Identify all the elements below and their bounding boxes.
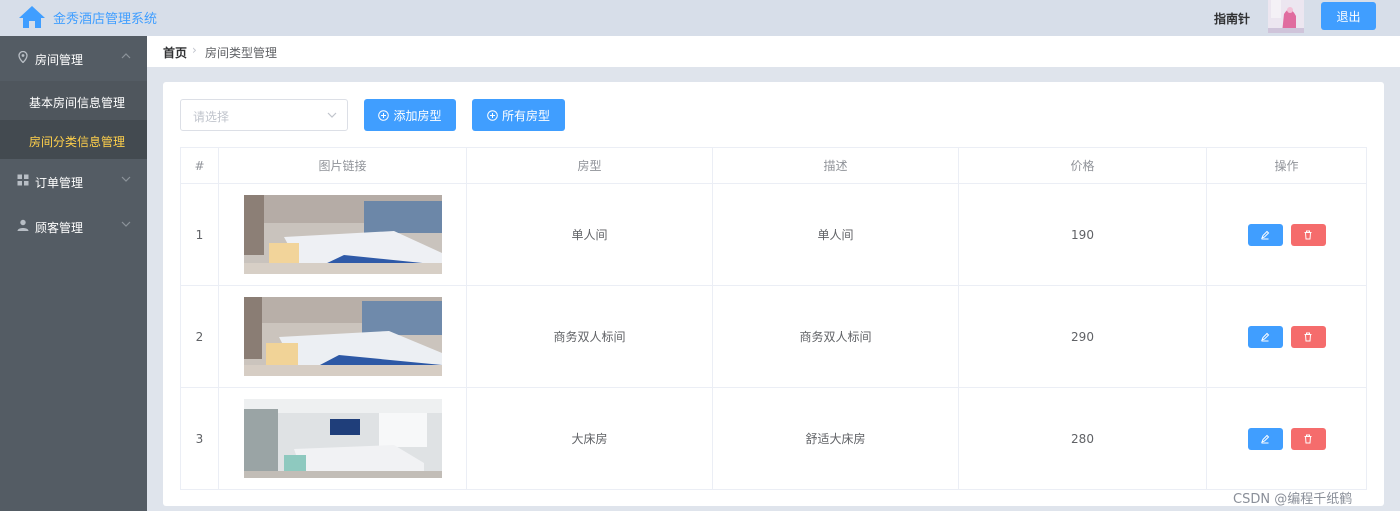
actions-cell (1206, 285, 1367, 388)
sidebar-group-label: 订单管理 (35, 176, 84, 190)
edit-button[interactable] (1247, 325, 1283, 348)
chevron-down-icon (121, 221, 131, 227)
sidebar-group-label: 房间管理 (35, 53, 84, 67)
room-desc-cell: 单人间 (712, 183, 959, 286)
room-image-cell (218, 285, 467, 388)
room-price-cell: 280 (958, 387, 1207, 490)
room-photo (243, 195, 442, 274)
room-price-cell: 290 (958, 285, 1207, 388)
column-header: 价格 (958, 147, 1207, 184)
edit-button[interactable] (1247, 427, 1283, 450)
breadcrumb-current: 房间类型管理 (205, 46, 278, 60)
row-index: 2 (180, 285, 219, 388)
sidebar-group-label: 顾客管理 (35, 221, 84, 235)
logout-button[interactable]: 退出 (1321, 2, 1376, 30)
chevron-right-icon: › (192, 43, 197, 57)
column-header: 操作 (1206, 147, 1367, 184)
all-room-types-label: 所有房型 (501, 108, 550, 123)
sidebar-item-label: 基本房间信息管理 (29, 96, 126, 110)
delete-button[interactable] (1290, 325, 1326, 348)
actions-cell (1206, 183, 1367, 286)
edit-icon (1261, 332, 1270, 341)
room-desc-cell: 舒适大床房 (712, 387, 959, 490)
room-type-cell: 单人间 (466, 183, 713, 286)
room-desc-cell: 商务双人标间 (712, 285, 959, 388)
trash-icon (1304, 434, 1312, 443)
grid-icon (17, 174, 29, 186)
actions-cell (1206, 387, 1367, 490)
all-room-types-button[interactable]: 所有房型 (472, 99, 565, 131)
edit-button[interactable] (1247, 223, 1283, 246)
delete-button[interactable] (1290, 427, 1326, 450)
app-title: 金秀酒店管理系统 (53, 12, 158, 27)
select-placeholder: 请选择 (193, 110, 230, 124)
room-type-select[interactable]: 请选择 (180, 99, 348, 131)
plus-circle-icon (378, 109, 390, 121)
sidebar-item-label: 房间分类信息管理 (29, 135, 126, 149)
sidebar-item-basic-room-info[interactable]: 基本房间信息管理 (0, 81, 147, 120)
room-photo (243, 297, 442, 376)
table-row: 1 单人间 单人间 190 (180, 183, 1367, 286)
edit-icon (1261, 230, 1270, 239)
breadcrumb: 首页 › 房间类型管理 (147, 36, 1400, 67)
room-image-cell (218, 387, 467, 490)
room-type-cell: 商务双人标间 (466, 285, 713, 388)
row-index: 3 (180, 387, 219, 490)
sidebar-group-customers[interactable]: 顾客管理 (0, 204, 147, 249)
sidebar: 房间管理 基本房间信息管理 房间分类信息管理 订单管理 顾客管理 (0, 36, 147, 511)
avatar[interactable] (1268, 0, 1304, 33)
plus-circle-icon (487, 109, 498, 121)
user-name: 指南针 (1214, 12, 1251, 26)
home-icon[interactable] (18, 5, 46, 29)
room-type-table: # 图片链接 房型 描述 价格 操作 1 单人间 单人间 190 2 商务双人标… (180, 147, 1367, 490)
sidebar-group-orders[interactable]: 订单管理 (0, 159, 147, 204)
edit-icon (1261, 434, 1270, 443)
breadcrumb-home[interactable]: 首页 (163, 44, 187, 61)
room-photo (243, 399, 442, 478)
top-header: 金秀酒店管理系统 指南针 退出 (0, 0, 1400, 36)
add-room-type-label: 添加房型 (393, 108, 442, 123)
column-header: 房型 (466, 147, 713, 184)
user-icon (17, 219, 29, 231)
watermark: CSDN @编程千纸鹤 (1233, 492, 1353, 507)
column-header: 图片链接 (218, 147, 467, 184)
room-type-cell: 大床房 (466, 387, 713, 490)
room-price-cell: 190 (958, 183, 1207, 286)
add-room-type-button[interactable]: 添加房型 (364, 99, 456, 131)
chevron-down-icon (121, 176, 131, 182)
sidebar-item-room-category[interactable]: 房间分类信息管理 (0, 120, 147, 159)
column-header: 描述 (712, 147, 959, 184)
main-card: 请选择 添加房型 所有房型 # 图片链接 房型 描述 价格 操作 1 单人间 单… (163, 82, 1384, 506)
table-header-row: # 图片链接 房型 描述 价格 操作 (180, 147, 1367, 184)
column-header: # (180, 147, 219, 184)
delete-button[interactable] (1290, 223, 1326, 246)
table-row: 2 商务双人标间 商务双人标间 290 (180, 285, 1367, 388)
table-row: 3 大床房 舒适大床房 280 (180, 387, 1367, 490)
room-image-cell (218, 183, 467, 286)
location-icon (18, 51, 28, 63)
chevron-up-icon (121, 53, 131, 59)
row-index: 1 (180, 183, 219, 286)
chevron-down-icon (327, 112, 337, 118)
trash-icon (1304, 332, 1312, 341)
sidebar-group-rooms[interactable]: 房间管理 (0, 36, 147, 81)
trash-icon (1304, 230, 1312, 239)
